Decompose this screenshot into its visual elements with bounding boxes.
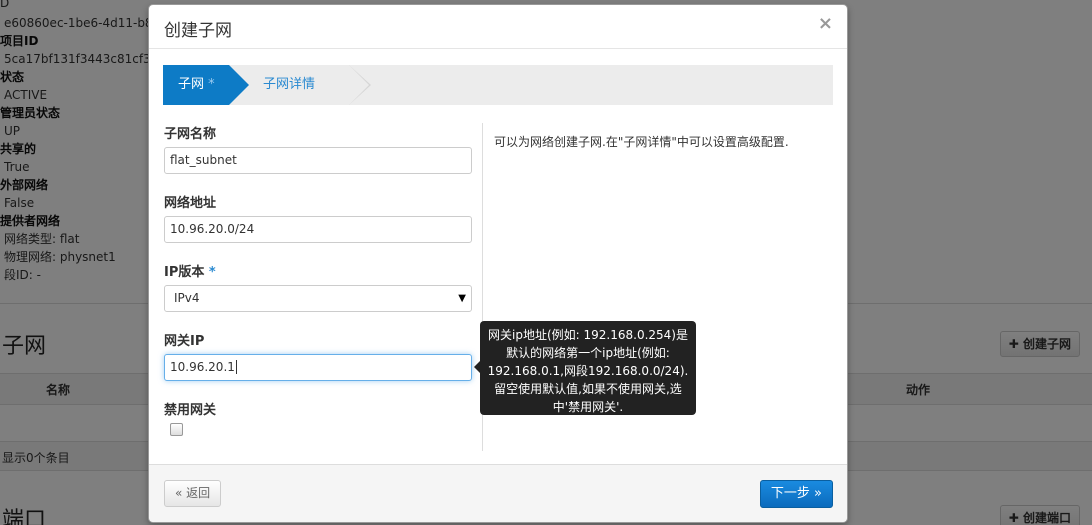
network-address-label: 网络地址: [164, 196, 217, 211]
disable-gateway-label: 禁用网关: [164, 403, 217, 418]
next-button[interactable]: 下一步 »: [759, 480, 833, 508]
modal-header: 创建子网 ×: [149, 5, 847, 49]
modal-footer: « 返回 下一步 »: [149, 464, 847, 522]
network-address-input[interactable]: 10.96.20.0/24: [164, 216, 472, 243]
modal-title: 创建子网: [164, 21, 232, 41]
ip-version-label: IP版本 *: [164, 265, 216, 280]
ip-version-select[interactable]: IPv4 ▼: [164, 285, 472, 312]
create-subnet-modal: 创建子网 × 子网详情 子网 * 子网名称 flat_subnet 网络地址 1…: [148, 4, 848, 523]
subnet-name-label: 子网名称: [164, 127, 217, 142]
text-cursor: [235, 360, 237, 374]
gateway-ip-tooltip: 网关ip地址(例如: 192.168.0.254)是默认的网络第一个ip地址(例…: [474, 321, 696, 415]
close-icon[interactable]: ×: [818, 15, 833, 33]
disable-gateway-checkbox[interactable]: [170, 423, 183, 436]
field-disable-gateway: 禁用网关: [164, 399, 474, 436]
field-ip-version: IP版本 * IPv4 ▼: [164, 261, 474, 312]
gateway-ip-input[interactable]: 10.96.20.1: [164, 354, 472, 381]
back-button[interactable]: « 返回: [164, 480, 222, 507]
ip-version-value: IPv4: [174, 291, 200, 305]
subnet-name-input[interactable]: flat_subnet: [164, 147, 472, 174]
caret-down-icon: ▼: [458, 293, 466, 304]
help-text: 可以为网络创建子网.在"子网详情"中可以设置高级配置.: [494, 135, 789, 149]
field-gateway-ip: 网关IP 10.96.20.1: [164, 330, 474, 381]
gateway-ip-label: 网关IP: [164, 334, 205, 349]
field-network-address: 网络地址 10.96.20.0/24: [164, 192, 474, 243]
field-subnet-name: 子网名称 flat_subnet: [164, 123, 474, 174]
tab-subnet[interactable]: 子网 *: [163, 65, 249, 105]
wizard-steps: 子网详情 子网 *: [163, 65, 833, 105]
